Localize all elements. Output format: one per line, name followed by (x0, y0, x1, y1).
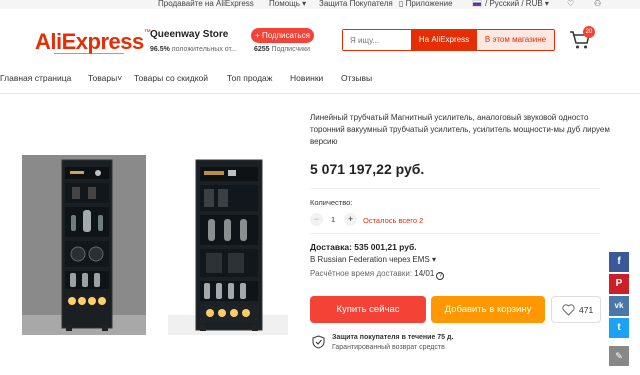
divider (310, 233, 600, 234)
add-to-cart-button[interactable]: Добавить в корзину (431, 296, 545, 323)
help-icon[interactable]: ? (436, 272, 445, 280)
logo-underline (54, 53, 124, 54)
edit-icon[interactable]: ✎ (609, 346, 629, 366)
buyer-protection-title: Защита покупателя в течение 75 д. (332, 334, 454, 341)
buyer-protection-subtitle: Гарантированный возврат средств (332, 344, 445, 351)
subscribers-count: 6255 Подписчики (254, 46, 310, 53)
buy-now-button[interactable]: Купить сейчас (310, 296, 426, 323)
search-input[interactable] (343, 30, 411, 50)
product-title: Линейный трубчатый Магнитный усилитель, … (310, 113, 610, 146)
pinterest-share-icon[interactable]: P (609, 274, 629, 294)
app-link[interactable]: ▯ Приложение (399, 0, 453, 8)
product-price: 5 071 197,22 руб. (310, 161, 425, 177)
sell-link[interactable]: Продавайте на AliExpress (158, 0, 254, 8)
wishlist-count: 471 (579, 305, 594, 315)
logo-text: AliExpress (35, 29, 144, 54)
divider (310, 188, 600, 189)
nav-item-home[interactable]: Главная страница (0, 73, 71, 83)
chevron-down-icon: ˅ (117, 73, 123, 83)
quantity-increase-button[interactable]: + (344, 213, 357, 226)
stock-remaining: Осталось всего 2 (363, 216, 424, 225)
russia-flag-icon (472, 0, 482, 7)
locale-label: / Русский / RUB (485, 0, 543, 8)
help-link[interactable]: Помощь ▾ (269, 0, 306, 8)
nav-item-reviews[interactable]: Отзывы (341, 73, 372, 83)
search-aliexpress-button[interactable]: На AliExpress (411, 30, 477, 50)
delivery-label: Расчётное время доставки: (310, 269, 413, 278)
rating-value: 96.5% (150, 46, 170, 53)
search-store-button[interactable]: В этом магазине (477, 30, 554, 50)
nav-item-new[interactable]: Новинки (290, 73, 323, 83)
wishlist-button[interactable]: 471 (551, 296, 601, 323)
locale-selector[interactable]: / Русский / RUB ▾ (472, 0, 549, 8)
nav-item-products[interactable]: Товары˅ (88, 73, 122, 83)
heart-icon[interactable]: ♡ (567, 0, 574, 8)
help-label: Помощь (269, 0, 300, 8)
app-label: Приложение (405, 0, 453, 8)
shipping-method-label: В Russian Federation через EMS (310, 255, 430, 264)
facebook-share-icon[interactable]: f (609, 252, 629, 272)
shipping-cost: Доставка: 535 001,21 руб. (310, 242, 417, 252)
shipping-method-selector[interactable]: В Russian Federation через EMS ▾ (310, 255, 436, 264)
store-nav: Главная страница Товары˅ Товары со скидк… (0, 73, 640, 89)
amplifier-photo-1 (22, 155, 146, 335)
heart-icon (562, 304, 575, 316)
product-image-main[interactable] (22, 155, 146, 335)
amplifier-photo-2 (168, 155, 288, 335)
chevron-down-icon: ▾ (431, 255, 436, 264)
top-utility-bar: Продавайте на AliExpress Помощь ▾ Защита… (0, 0, 640, 9)
nav-item-discounts[interactable]: Товары со скидкой (134, 73, 208, 83)
subscribers-label: Подписчики (271, 46, 311, 53)
quantity-decrease-button[interactable]: − (310, 213, 323, 226)
quantity-value[interactable]: 1 (331, 215, 335, 224)
product-image-secondary[interactable] (168, 155, 288, 335)
nav-divider (0, 93, 640, 94)
cart-badge: 20 (583, 26, 595, 38)
rating-text: положительных от... (171, 46, 237, 53)
search-bar: На AliExpress В этом магазине (342, 29, 555, 51)
quantity-label: Количество: (310, 198, 353, 207)
nav-products-label: Товары (88, 73, 118, 83)
subscribe-button[interactable]: + Подписаться (251, 28, 314, 43)
delivery-estimate: Расчётное время доставки: 14/01? (310, 269, 445, 280)
delivery-date: 14/01 (414, 269, 435, 278)
buyer-protection-link[interactable]: Защита Покупателя (319, 0, 393, 8)
user-icon[interactable]: ⚇ (594, 0, 601, 8)
store-name[interactable]: Queenway Store (150, 29, 228, 40)
shield-icon (312, 335, 325, 349)
vk-share-icon[interactable]: vk (609, 296, 629, 316)
store-rating: 96.5% положительных от... (150, 46, 248, 53)
twitter-share-icon[interactable]: t (609, 318, 629, 338)
nav-item-top-sales[interactable]: Топ продаж (227, 73, 272, 83)
aliexpress-logo[interactable]: AliExpress™ (35, 29, 151, 55)
subscribers-number: 6255 (254, 46, 270, 53)
